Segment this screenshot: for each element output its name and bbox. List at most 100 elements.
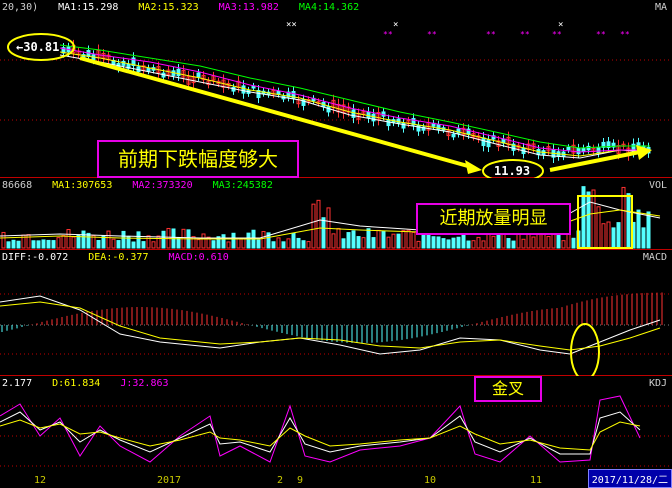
volume-bar (246, 232, 251, 249)
volume-bar (386, 236, 391, 249)
volume-bar (106, 230, 111, 249)
volume-bar (6, 241, 11, 249)
volume-bar (231, 232, 236, 249)
signal-star: ** (383, 30, 393, 39)
volume-bar (516, 232, 521, 249)
signal-star: ** (552, 30, 562, 39)
volume-bar (376, 229, 381, 249)
volume-bar (281, 241, 286, 249)
volume-bar (271, 241, 276, 249)
candle (416, 124, 421, 132)
volume-bar (521, 238, 526, 249)
volume-bar (346, 232, 351, 249)
x-label-10: 10 (424, 475, 437, 486)
volume-bar (226, 241, 231, 249)
candle (566, 146, 571, 151)
volume-bar (61, 235, 66, 249)
volume-bar (536, 233, 541, 249)
volume-bar (451, 237, 456, 249)
volume-panel[interactable]: 86668 MA1:307653 MA2:373320 MA3:245382 V… (0, 178, 672, 250)
volume-bar (396, 233, 401, 249)
volume-bar (426, 234, 431, 249)
volume-bar (241, 238, 246, 249)
macd-panel[interactable]: DIFF:-0.072 DEA:-0.377 MACD:0.610 MACD (0, 250, 672, 376)
volume-bar (571, 237, 576, 249)
marker-x: × (558, 20, 564, 30)
volume-bar (491, 235, 496, 249)
candle (596, 147, 601, 154)
volume-bar (331, 233, 336, 249)
volume-bar (86, 232, 91, 249)
volume-bar (51, 240, 56, 249)
volume-bar (416, 240, 421, 249)
volume-callout: 近期放量明显 (416, 203, 571, 235)
volume-bar (616, 222, 621, 249)
x-label-9: 9 (297, 475, 304, 486)
high-price-label: ←30.81 (16, 40, 60, 54)
volume-bar (16, 240, 21, 249)
volume-bar (646, 211, 651, 249)
volume-bar (316, 199, 321, 249)
volume-bar (341, 238, 346, 249)
volume-bar (46, 239, 51, 249)
volume-bar (371, 237, 376, 249)
volume-bar (36, 240, 41, 249)
candle (451, 133, 456, 138)
volume-bar (411, 231, 416, 249)
volume-bar (471, 240, 476, 249)
volume-bar (221, 234, 226, 249)
x-label-11: 11 (530, 475, 543, 486)
volume-bar (336, 227, 341, 249)
volume-bar (41, 239, 46, 249)
volume-bar (161, 230, 166, 249)
volume-bar (586, 191, 591, 249)
low-price-label: 11.93 (494, 164, 531, 178)
volume-bar (56, 237, 61, 249)
volume-bar (561, 240, 566, 249)
volume-bar (321, 217, 326, 249)
volume-bar (296, 237, 301, 249)
volume-bar (116, 240, 121, 249)
volume-bar (436, 236, 441, 249)
volume-bar (301, 240, 306, 249)
volume-bar (601, 223, 606, 249)
candle (581, 147, 586, 152)
volume-bar (351, 230, 356, 249)
volume-bar (466, 240, 471, 249)
marker-x: ×× (286, 20, 297, 30)
x-label-2017: 2017 (157, 475, 182, 486)
signal-star: ** (427, 30, 437, 39)
volume-bar (176, 237, 181, 249)
volume-bar (306, 241, 311, 249)
candle (576, 147, 581, 155)
volume-bar (496, 232, 501, 249)
volume-bar (611, 227, 616, 249)
candle (276, 90, 281, 95)
price-panel[interactable]: 20,30) MA1:15.298 MA2:15.323 MA3:13.982 … (0, 0, 672, 178)
volume-bar (211, 240, 216, 249)
candle (481, 137, 486, 147)
x-label-2: 2 (277, 475, 284, 486)
volume-bar (311, 203, 316, 249)
volume-bar (381, 230, 386, 249)
candle (486, 139, 491, 148)
kdj-panel[interactable]: 2.177 D:61.834 J:32.863 KDJ 金叉 12 2017 2… (0, 376, 672, 488)
signal-star: ** (620, 30, 630, 39)
cursor-date: 2017/11/28/二 (587, 469, 672, 488)
kdj-chart (0, 395, 672, 467)
volume-bar (591, 189, 596, 249)
volume-bar (141, 241, 146, 249)
volume-bar (401, 230, 406, 249)
macd-cross-ellipse (570, 323, 600, 376)
volume-bar (261, 231, 266, 249)
volume-bar (1, 231, 6, 249)
candle (366, 111, 371, 119)
volume-bar (431, 236, 436, 249)
candle (176, 68, 181, 77)
volume-bar (156, 235, 161, 249)
volume-bar (81, 230, 86, 249)
volume-bar (76, 234, 81, 249)
volume-bar (201, 233, 206, 249)
volume-bar (606, 221, 611, 249)
volume-bar (236, 238, 241, 249)
